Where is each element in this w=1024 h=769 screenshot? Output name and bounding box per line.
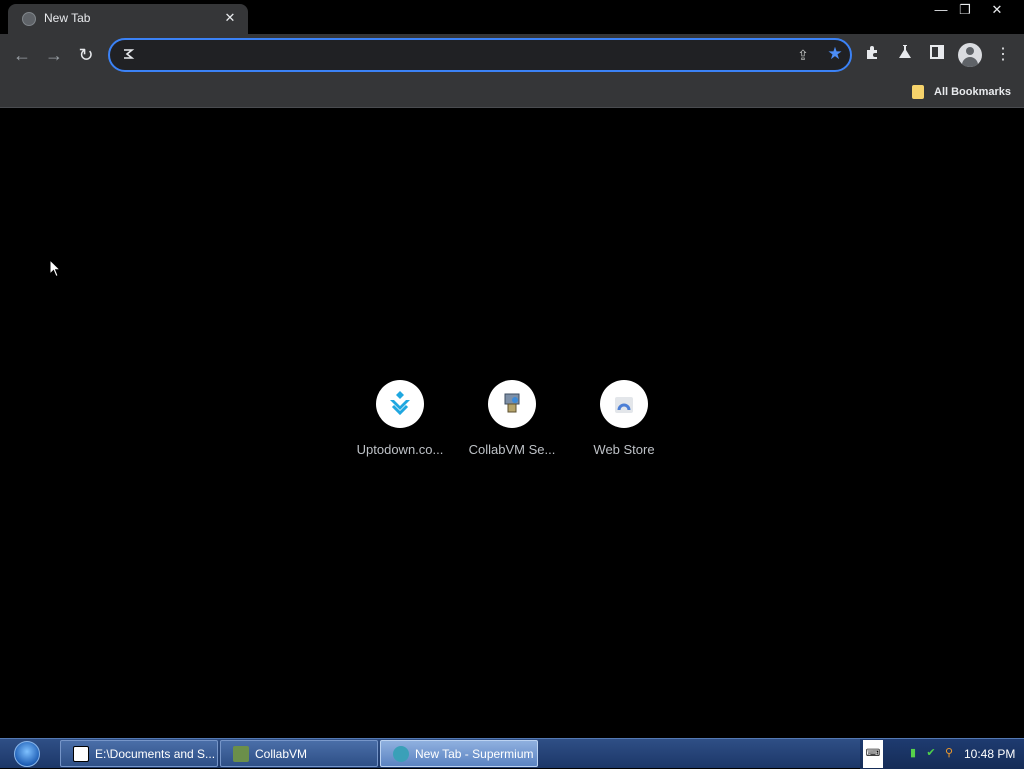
windows-logo-icon bbox=[14, 741, 40, 767]
system-tray: ⌨ ▮ ✔ ⚲ 10:48 PM bbox=[860, 739, 1024, 769]
back-icon[interactable]: ← bbox=[10, 43, 34, 67]
side-panel-icon[interactable] bbox=[926, 44, 948, 66]
uptodown-icon bbox=[376, 380, 424, 428]
keyboard-icon[interactable]: ⌨ bbox=[863, 740, 883, 768]
taskbar: E:\Documents and S... CollabVM New Tab -… bbox=[0, 738, 1024, 769]
shortcut-tile[interactable]: CollabVM Se... bbox=[456, 380, 568, 460]
shortcut-tile[interactable]: Uptodown.co... bbox=[344, 380, 456, 460]
close-window-button[interactable]: ✕ bbox=[982, 0, 1012, 18]
page-info-icon[interactable] bbox=[121, 47, 135, 61]
taskbar-item-collabvm[interactable]: CollabVM bbox=[220, 740, 378, 767]
cube-icon bbox=[233, 745, 249, 762]
tab-title: New Tab bbox=[44, 11, 91, 25]
all-bookmarks-button[interactable]: All Bookmarks bbox=[912, 82, 1011, 102]
labs-flask-icon[interactable] bbox=[894, 44, 916, 66]
action-center-flag-icon[interactable]: ✔ bbox=[924, 746, 938, 760]
menu-dots-icon[interactable]: ⋮ bbox=[992, 44, 1014, 66]
collabvm-icon bbox=[488, 380, 536, 428]
folder-icon bbox=[912, 85, 924, 99]
taskbar-item-browser[interactable]: New Tab - Supermium bbox=[380, 740, 538, 767]
search-icon[interactable]: ⚲ bbox=[942, 746, 956, 760]
start-button[interactable] bbox=[4, 739, 50, 769]
share-icon[interactable]: ⇪ bbox=[794, 46, 812, 64]
title-bar: New Tab ✕ — ❐ ✕ bbox=[0, 0, 1024, 34]
shortcut-label: Uptodown.co... bbox=[356, 442, 444, 457]
tab-close-icon[interactable]: ✕ bbox=[222, 9, 238, 27]
7zip-icon bbox=[73, 745, 89, 762]
taskbar-item-label: CollabVM bbox=[255, 746, 308, 761]
taskbar-item-label: New Tab - Supermium bbox=[415, 746, 534, 761]
shortcut-label: Web Store bbox=[593, 442, 655, 457]
shortcut-tile[interactable]: Web Store bbox=[568, 380, 680, 460]
all-bookmarks-label: All Bookmarks bbox=[934, 86, 1012, 98]
shortcut-label: CollabVM Se... bbox=[468, 442, 556, 457]
browser-icon bbox=[393, 745, 409, 762]
network-icon[interactable]: ▮ bbox=[906, 746, 920, 760]
taskbar-item-explorer[interactable]: E:\Documents and S... bbox=[60, 740, 218, 767]
address-bar[interactable]: ⇪ ★ bbox=[108, 38, 852, 72]
profile-avatar[interactable] bbox=[958, 43, 982, 67]
globe-icon bbox=[22, 12, 36, 26]
clock[interactable]: 10:48 PM bbox=[964, 747, 1015, 761]
address-input[interactable] bbox=[144, 45, 788, 67]
web-store-icon bbox=[600, 380, 648, 428]
tab-new-tab[interactable]: New Tab ✕ bbox=[8, 4, 248, 34]
reload-icon[interactable]: ↻ bbox=[74, 43, 98, 67]
new-tab-page: Uptodown.co... CollabVM Se... Web Store bbox=[0, 108, 1024, 738]
taskbar-item-label: E:\Documents and S... bbox=[95, 746, 216, 761]
bookmark-star-icon[interactable]: ★ bbox=[826, 45, 844, 63]
forward-icon[interactable]: → bbox=[42, 43, 66, 67]
mouse-cursor-icon bbox=[49, 258, 62, 283]
restore-button[interactable]: ❐ bbox=[950, 0, 980, 18]
extensions-icon[interactable] bbox=[862, 44, 884, 66]
browser-toolbar: ← → ↻ ⇪ ★ ⋮ bbox=[0, 34, 1024, 76]
bookmarks-bar: All Bookmarks bbox=[0, 76, 1024, 108]
